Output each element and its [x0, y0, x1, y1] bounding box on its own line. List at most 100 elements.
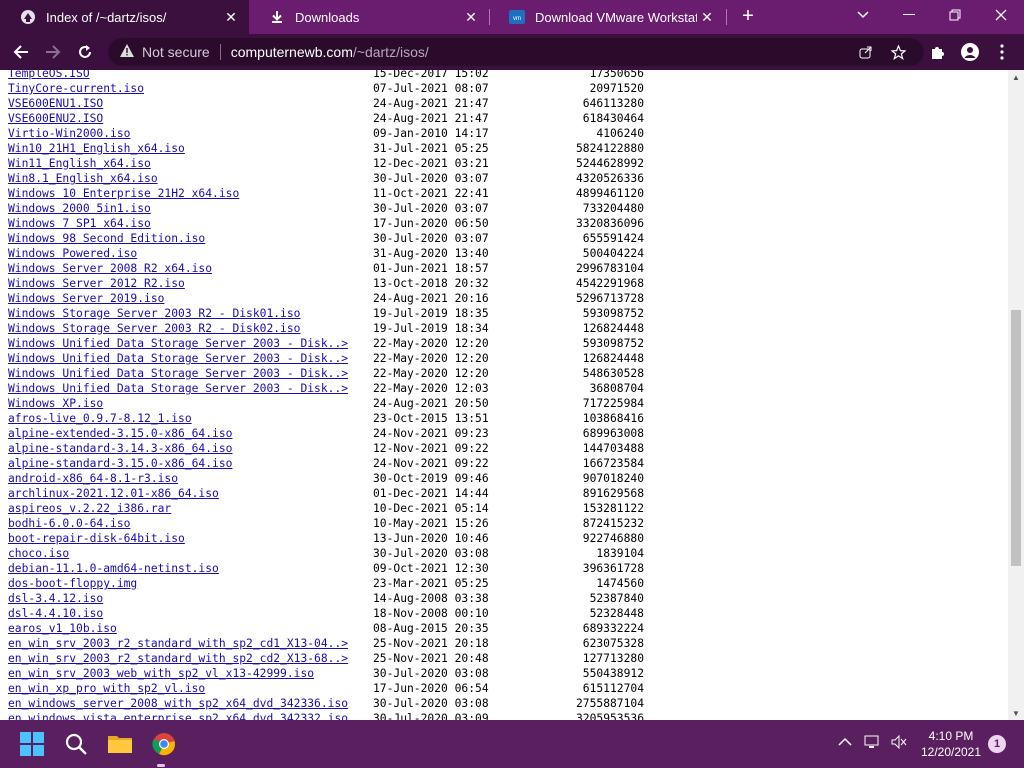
- file-link[interactable]: Windows Server 2012 R2.iso: [8, 276, 373, 291]
- tab-download-vmware[interactable]: vm Download VMware Workstation ✕: [489, 0, 725, 34]
- file-size: 4320526336: [575, 172, 644, 185]
- address-bar[interactable]: Not secure computernewb.com/~dartz/isos/: [108, 38, 924, 66]
- tab-close-icon[interactable]: ✕: [697, 7, 717, 27]
- file-link[interactable]: Virtio-Win2000.iso: [8, 126, 373, 141]
- forward-button[interactable]: [40, 39, 66, 65]
- file-link[interactable]: alpine-standard-3.15.0-x86_64.iso: [8, 456, 373, 471]
- file-link[interactable]: Windows 98 Second Edition.iso: [8, 231, 373, 246]
- file-date: 18-Nov-2008 00:10: [373, 607, 489, 620]
- file-date: 24-Aug-2021 21:47: [373, 112, 489, 125]
- file-link[interactable]: alpine-standard-3.14.3-x86_64.iso: [8, 441, 373, 456]
- file-link[interactable]: en_windows_server_2008_with_sp2_x64_dvd_…: [8, 696, 373, 711]
- file-link[interactable]: en_win_srv_2003_r2_standard_with_sp2_cd1…: [8, 636, 373, 651]
- listing-row: dos-boot-floppy.img 23-Mar-2021 05:25 1474…: [8, 576, 644, 591]
- file-link[interactable]: Windows Unified Data Storage Server 2003…: [8, 336, 373, 351]
- file-link[interactable]: dsl-4.4.10.iso: [8, 606, 373, 621]
- listing-row: en_win_srv_2003_r2_standard_with_sp2_cd2…: [8, 651, 644, 666]
- system-clock[interactable]: 4:10 PM 12/20/2021: [920, 728, 982, 760]
- file-date: 30-Jul-2020 03:07: [373, 232, 489, 245]
- file-link[interactable]: Windows 2000 5in1.iso: [8, 201, 373, 216]
- file-link[interactable]: Windows Unified Data Storage Server 2003…: [8, 351, 373, 366]
- warning-icon[interactable]: [120, 44, 134, 60]
- file-link[interactable]: earos_v1_10b.iso: [8, 621, 373, 636]
- file-link[interactable]: Windows XP.iso: [8, 396, 373, 411]
- file-link[interactable]: Windows 10 Enterprise 21H2 x64.iso: [8, 186, 373, 201]
- file-date: 31-Aug-2020 13:40: [373, 247, 489, 260]
- file-size: 52387840: [589, 592, 644, 605]
- share-icon[interactable]: [856, 42, 876, 62]
- file-link[interactable]: Windows Server 2008 R2 x64.iso: [8, 261, 373, 276]
- show-hidden-icons-chevron-icon[interactable]: [838, 734, 852, 750]
- file-link[interactable]: Win8.1_English_x64.iso: [8, 171, 373, 186]
- file-link[interactable]: en_windows_vista_enterprise_sp2_x64_dvd_…: [8, 711, 373, 720]
- file-link[interactable]: VSE600ENU1.ISO: [8, 96, 373, 111]
- file-link[interactable]: choco.iso: [8, 546, 373, 561]
- file-link[interactable]: Windows Powered.iso: [8, 246, 373, 261]
- search-icon[interactable]: [60, 728, 92, 760]
- notification-badge[interactable]: 1: [988, 735, 1006, 753]
- file-link[interactable]: Windows Storage Server 2003 R2 - Disk01.…: [8, 306, 373, 321]
- file-link[interactable]: dsl-3.4.12.iso: [8, 591, 373, 606]
- network-icon[interactable]: [864, 734, 882, 753]
- file-link[interactable]: Windows Unified Data Storage Server 2003…: [8, 381, 373, 396]
- scroll-up-arrow-icon[interactable]: ▲: [1008, 70, 1024, 84]
- tab-close-icon[interactable]: ✕: [221, 7, 241, 27]
- file-explorer-folder-icon[interactable]: [104, 728, 136, 760]
- file-link[interactable]: Win10_21H1_English_x64.iso: [8, 141, 373, 156]
- chrome-browser-icon[interactable]: [148, 728, 180, 760]
- file-link[interactable]: Windows 7 SP1 x64.iso: [8, 216, 373, 231]
- file-link[interactable]: afros-live_0.9.7-8.12_1.iso: [8, 411, 373, 426]
- file-link[interactable]: TempleOS.ISO: [8, 70, 373, 81]
- file-size: 593098752: [582, 307, 644, 320]
- listing-row: alpine-standard-3.15.0-x86_64.iso 24-Nov-…: [8, 456, 644, 471]
- security-status-text[interactable]: Not secure: [142, 44, 210, 60]
- scroll-down-arrow-icon[interactable]: ▼: [1008, 706, 1024, 720]
- extensions-puzzle-icon[interactable]: [926, 40, 950, 64]
- file-size: 2755887104: [575, 697, 644, 710]
- file-size: 127713280: [582, 652, 644, 665]
- tab-index-of-isos[interactable]: Index of /~dartz/isos/ ✕: [0, 0, 249, 34]
- start-button-windows-icon[interactable]: [16, 728, 48, 760]
- tab-search-icon[interactable]: [840, 0, 886, 30]
- reload-button[interactable]: [72, 39, 98, 65]
- file-link[interactable]: Windows Unified Data Storage Server 2003…: [8, 366, 373, 381]
- file-link[interactable]: dos-boot-floppy.img: [8, 576, 373, 591]
- file-link[interactable]: Windows Storage Server 2003 R2 - Disk02.…: [8, 321, 373, 336]
- bookmark-star-icon[interactable]: [888, 42, 908, 62]
- minimize-button[interactable]: [886, 0, 932, 30]
- file-link[interactable]: archlinux-2021.12.01-x86_64.iso: [8, 486, 373, 501]
- file-link[interactable]: Win11_English_x64.iso: [8, 156, 373, 171]
- file-link[interactable]: debian-11.1.0-amd64-netinst.iso: [8, 561, 373, 576]
- file-link[interactable]: android-x86_64-8.1-r3.iso: [8, 471, 373, 486]
- file-link[interactable]: en_win_xp_pro_with_sp2_vl.iso: [8, 681, 373, 696]
- back-button[interactable]: [8, 39, 34, 65]
- listing-row: Windows Unified Data Storage Server 2003…: [8, 336, 644, 351]
- file-link[interactable]: alpine-extended-3.15.0-x86_64.iso: [8, 426, 373, 441]
- close-window-button[interactable]: [978, 0, 1024, 30]
- file-link[interactable]: VSE600ENU2.ISO: [8, 111, 373, 126]
- volume-muted-icon[interactable]: [890, 734, 908, 753]
- file-date: 10-Dec-2021 05:14: [373, 502, 489, 515]
- url-text[interactable]: computernewb.com/~dartz/isos/: [231, 44, 429, 60]
- new-tab-button[interactable]: +: [737, 5, 759, 27]
- vertical-scrollbar[interactable]: ▲ ▼: [1008, 70, 1024, 720]
- scroll-thumb[interactable]: [1011, 310, 1021, 566]
- vmware-favicon-icon: vm: [509, 9, 525, 25]
- file-link[interactable]: en_win_srv_2003_r2_standard_with_sp2_cd2…: [8, 651, 373, 666]
- file-link[interactable]: aspireos_v.2.22_i386.rar: [8, 501, 373, 516]
- tab-downloads[interactable]: Downloads ✕: [249, 0, 489, 34]
- listing-row: TinyCore-current.iso 07-Jul-2021 08:07 209…: [8, 81, 644, 96]
- file-link[interactable]: Windows Server 2019.iso: [8, 291, 373, 306]
- file-date: 24-Aug-2021 20:16: [373, 292, 489, 305]
- listing-row: Win8.1_English_x64.iso 30-Jul-2020 03:07 4…: [8, 171, 644, 186]
- restore-button[interactable]: [932, 0, 978, 30]
- file-link[interactable]: bodhi-6.0.0-64.iso: [8, 516, 373, 531]
- profile-avatar-icon[interactable]: [958, 40, 982, 64]
- file-link[interactable]: en_win_srv_2003_web_with_sp2_vl_x13-4299…: [8, 666, 373, 681]
- file-link[interactable]: TinyCore-current.iso: [8, 81, 373, 96]
- file-link[interactable]: boot-repair-disk-64bit.iso: [8, 531, 373, 546]
- browser-menu-icon[interactable]: [990, 40, 1014, 64]
- file-size: 4899461120: [575, 187, 644, 200]
- tab-close-icon[interactable]: ✕: [461, 7, 481, 27]
- listing-row: Windows 2000 5in1.iso 30-Jul-2020 03:07 73…: [8, 201, 644, 216]
